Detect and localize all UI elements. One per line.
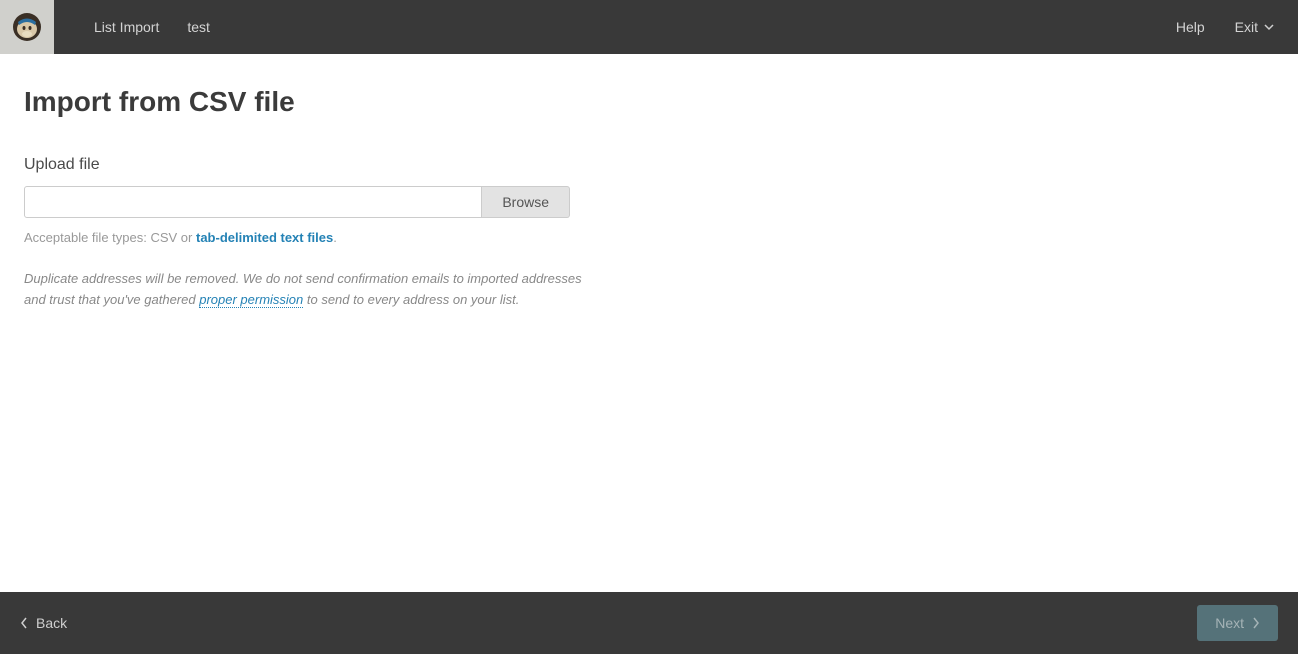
acceptable-files-text: Acceptable file types: CSV or tab-delimi… xyxy=(24,230,1274,245)
next-button[interactable]: Next xyxy=(1197,605,1278,641)
disclaimer-part2: to send to every address on your list. xyxy=(303,292,519,307)
proper-permission-link[interactable]: proper permission xyxy=(199,292,303,308)
top-bar: List Import test Help Exit xyxy=(0,0,1298,54)
file-input-group: Browse xyxy=(24,186,570,218)
main-content: Import from CSV file Upload file Browse … xyxy=(0,54,1298,335)
back-label: Back xyxy=(36,615,67,631)
breadcrumb-secondary[interactable]: test xyxy=(187,19,210,35)
bottom-bar: Back Next xyxy=(0,592,1298,654)
chevron-right-icon xyxy=(1252,617,1260,629)
nav-right: Help Exit xyxy=(1176,19,1298,35)
help-link[interactable]: Help xyxy=(1176,19,1205,35)
exit-button[interactable]: Exit xyxy=(1235,19,1274,35)
chevron-down-icon xyxy=(1264,22,1274,32)
acceptable-prefix: Acceptable file types: CSV or xyxy=(24,230,196,245)
breadcrumb: List Import test xyxy=(54,19,210,35)
browse-button[interactable]: Browse xyxy=(482,186,570,218)
file-path-input[interactable] xyxy=(24,186,482,218)
exit-label: Exit xyxy=(1235,19,1258,35)
logo-box[interactable] xyxy=(0,0,54,54)
tab-delimited-link[interactable]: tab-delimited text files xyxy=(196,230,333,245)
disclaimer-text: Duplicate addresses will be removed. We … xyxy=(24,269,584,311)
upload-label: Upload file xyxy=(24,156,1274,174)
page-title: Import from CSV file xyxy=(24,86,1274,118)
next-label: Next xyxy=(1215,615,1244,631)
acceptable-suffix: . xyxy=(333,230,337,245)
chevron-left-icon xyxy=(20,617,28,629)
back-button[interactable]: Back xyxy=(20,615,67,631)
breadcrumb-primary[interactable]: List Import xyxy=(94,19,159,35)
mailchimp-logo-icon xyxy=(11,11,43,43)
